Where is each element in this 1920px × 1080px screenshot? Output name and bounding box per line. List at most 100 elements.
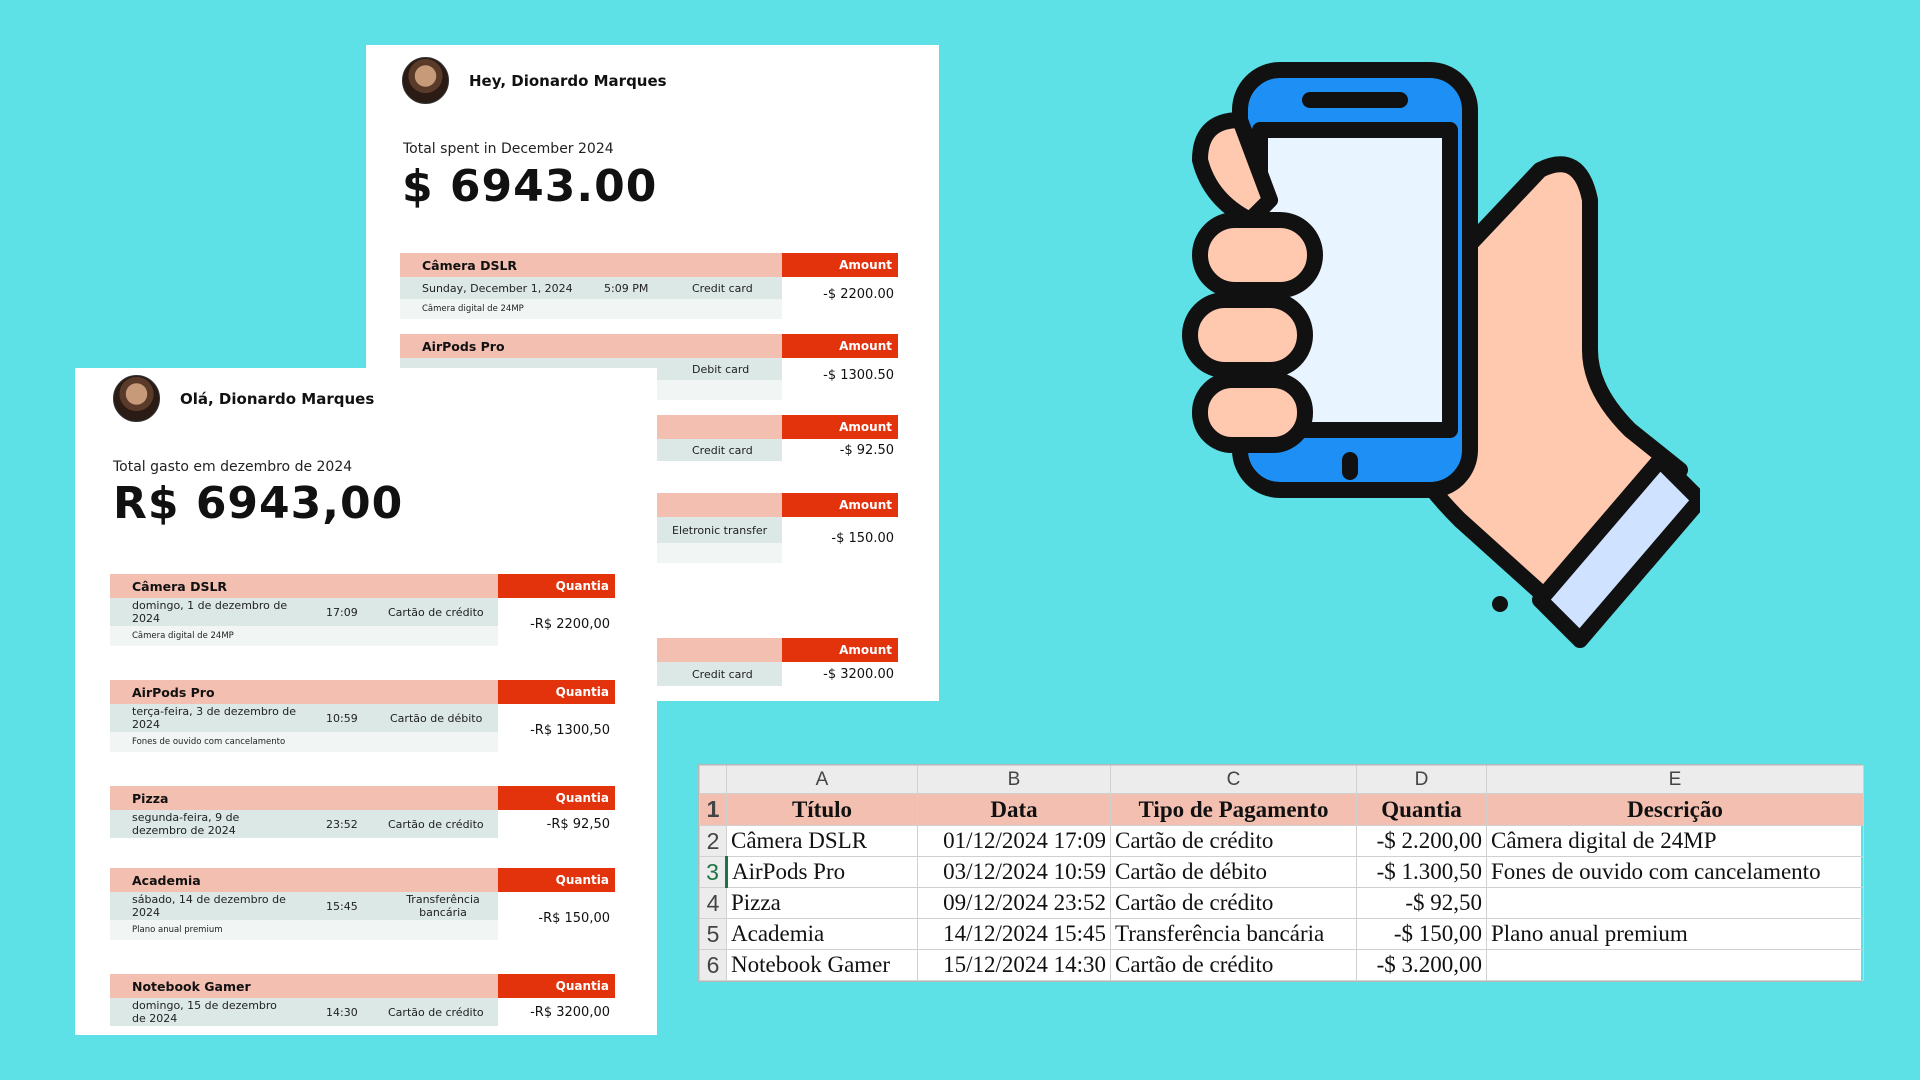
- column-header-b[interactable]: B: [917, 765, 1111, 794]
- cell[interactable]: Quantia: [1356, 793, 1487, 826]
- hand-holding-phone-icon: [1182, 62, 1700, 648]
- amount-header: Amount: [782, 638, 898, 662]
- cell[interactable]: Título: [726, 793, 918, 826]
- cell[interactable]: -$ 92,50: [1356, 887, 1487, 919]
- transaction-amount: -$ 1300.50: [823, 368, 894, 383]
- transaction-description: Câmera digital de 24MP: [110, 626, 498, 646]
- total-value: $ 6943.00: [402, 161, 658, 212]
- transaction-method: Debit card: [692, 362, 750, 376]
- transaction-title: Academia: [110, 868, 498, 892]
- greeting-text: Olá, Dionardo Marques: [180, 389, 375, 408]
- amount-header: Amount: [782, 334, 898, 358]
- cell[interactable]: 15/12/2024 14:30: [917, 949, 1111, 981]
- cell[interactable]: 14/12/2024 15:45: [917, 918, 1111, 950]
- cell[interactable]: Câmera digital de 24MP: [1486, 825, 1864, 857]
- column-header-c[interactable]: C: [1110, 765, 1357, 794]
- amount-header: Quantia: [498, 868, 615, 892]
- column-header-d[interactable]: D: [1356, 765, 1487, 794]
- transaction-method: Credit card: [692, 667, 753, 681]
- row-header[interactable]: 1: [699, 793, 727, 826]
- transaction-card: Câmera DSLR Amount Sunday, December 1, 2…: [400, 253, 902, 319]
- table-row: 6 Notebook Gamer 15/12/2024 14:30 Cartão…: [699, 949, 1864, 981]
- cell[interactable]: 01/12/2024 17:09: [917, 825, 1111, 857]
- spreadsheet[interactable]: A B C D E 1 Título Data Tipo de Pagament…: [698, 764, 1864, 982]
- cell[interactable]: Cartão de débito: [1110, 856, 1357, 888]
- transaction-card: AirPods Pro Quantia terça-feira, 3 de de…: [110, 680, 615, 752]
- user-avatar: [113, 375, 160, 422]
- row-header[interactable]: 5: [699, 918, 727, 950]
- table-row: 3 AirPods Pro 03/12/2024 10:59 Cartão de…: [699, 856, 1864, 888]
- cell[interactable]: Cartão de crédito: [1110, 825, 1357, 857]
- cell[interactable]: Fones de ouvido com cancelamento: [1486, 856, 1864, 888]
- transaction-card: Câmera DSLR Quantia domingo, 1 de dezemb…: [110, 574, 615, 646]
- cell[interactable]: [1486, 949, 1864, 981]
- amount-header: Quantia: [498, 974, 615, 998]
- greeting-row: Hey, Dionardo Marques: [402, 57, 667, 104]
- table-row: 2 Câmera DSLR 01/12/2024 17:09 Cartão de…: [699, 825, 1864, 857]
- transaction-amount: -R$ 150,00: [538, 911, 610, 926]
- transaction-amount: -R$ 92,50: [546, 817, 610, 832]
- table-row: 4 Pizza 09/12/2024 23:52 Cartão de crédi…: [699, 887, 1864, 919]
- table-row: 5 Academia 14/12/2024 15:45 Transferênci…: [699, 918, 1864, 950]
- cell[interactable]: Tipo de Pagamento: [1110, 793, 1357, 826]
- row-header[interactable]: 3: [699, 856, 728, 888]
- transaction-method: Cartão de crédito: [388, 817, 484, 831]
- transaction-card: Notebook Gamer Quantia domingo, 15 de de…: [110, 974, 615, 1026]
- cell[interactable]: [1486, 887, 1864, 919]
- transaction-meta: Sunday, December 1, 2024 5:09 PM Credit …: [400, 277, 782, 299]
- transaction-description: Fones de ouvido com cancelamento: [110, 732, 498, 752]
- row-header[interactable]: 6: [699, 949, 727, 981]
- cell[interactable]: Descrição: [1486, 793, 1864, 826]
- transaction-time: 14:30: [326, 1005, 358, 1019]
- transaction-method: Eletronic transfer: [672, 523, 768, 537]
- total-label: Total spent in December 2024: [403, 141, 614, 157]
- transaction-method: Cartão de crédito: [388, 605, 484, 619]
- cell[interactable]: Pizza: [726, 887, 918, 919]
- transaction-amount: -$ 3200.00: [823, 667, 894, 682]
- cell[interactable]: Cartão de crédito: [1110, 887, 1357, 919]
- cell[interactable]: 03/12/2024 10:59: [917, 856, 1111, 888]
- column-header-a[interactable]: A: [726, 765, 918, 794]
- transaction-amount: -$ 2200.00: [823, 287, 894, 302]
- select-all-corner[interactable]: [699, 765, 727, 794]
- transaction-meta: segunda-feira, 9 de dezembro de 2024 23:…: [110, 810, 498, 838]
- transaction-description: Câmera digital de 24MP: [400, 299, 782, 319]
- cell[interactable]: Cartão de crédito: [1110, 949, 1357, 981]
- transaction-time: 5:09 PM: [604, 281, 649, 295]
- amount-header: Amount: [782, 253, 898, 277]
- total-value: R$ 6943,00: [113, 478, 404, 529]
- cell[interactable]: Data: [917, 793, 1111, 826]
- cell[interactable]: Plano anual premium: [1486, 918, 1864, 950]
- transaction-title: Câmera DSLR: [400, 253, 782, 277]
- total-label: Total gasto em dezembro de 2024: [113, 459, 353, 475]
- cell[interactable]: -$ 2.200,00: [1356, 825, 1487, 857]
- cell[interactable]: Notebook Gamer: [726, 949, 918, 981]
- column-header-e[interactable]: E: [1486, 765, 1864, 794]
- transaction-time: 10:59: [326, 711, 358, 725]
- transaction-date: domingo, 1 de dezembro de 2024: [132, 599, 288, 625]
- transaction-title: Pizza: [110, 786, 498, 810]
- cell[interactable]: -$ 150,00: [1356, 918, 1487, 950]
- cell[interactable]: 09/12/2024 23:52: [917, 887, 1111, 919]
- transaction-amount: -$ 92.50: [839, 443, 894, 458]
- cell[interactable]: -$ 3.200,00: [1356, 949, 1487, 981]
- table-header-row: 1 Título Data Tipo de Pagamento Quantia …: [699, 793, 1864, 826]
- transaction-amount: -R$ 1300,50: [530, 723, 610, 738]
- cell[interactable]: Academia: [726, 918, 918, 950]
- transaction-method: Credit card: [692, 281, 753, 295]
- cell[interactable]: -$ 1.300,50: [1356, 856, 1487, 888]
- transaction-method: Cartão de débito: [390, 711, 483, 725]
- transaction-card: AirPods Pro Amount Debit card -$ 1300.50: [400, 334, 902, 400]
- cell[interactable]: AirPods Pro: [726, 856, 918, 888]
- amount-header: Amount: [782, 493, 898, 517]
- transaction-meta: domingo, 15 de dezembro de 2024 14:30 Ca…: [110, 998, 498, 1026]
- transaction-card: Pizza Quantia segunda-feira, 9 de dezemb…: [110, 786, 615, 838]
- transaction-time: 23:52: [326, 817, 358, 831]
- cell[interactable]: Transferência bancária: [1110, 918, 1357, 950]
- transaction-date: segunda-feira, 9 de dezembro de 2024: [132, 811, 240, 837]
- amount-header: Quantia: [498, 786, 615, 810]
- row-header[interactable]: 4: [699, 887, 727, 919]
- row-header[interactable]: 2: [699, 825, 727, 857]
- cell[interactable]: Câmera DSLR: [726, 825, 918, 857]
- transaction-date: sábado, 14 de dezembro de 2024: [132, 893, 286, 919]
